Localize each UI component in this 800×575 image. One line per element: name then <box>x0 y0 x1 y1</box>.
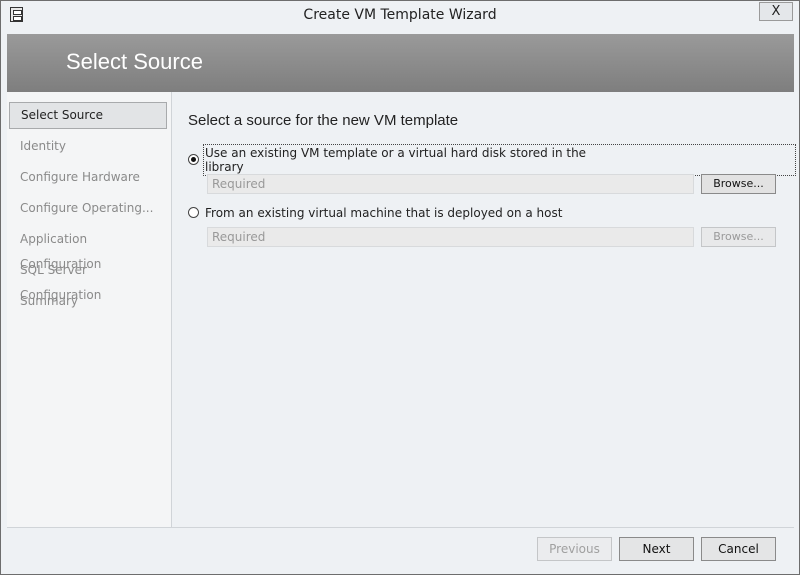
close-icon: X <box>771 4 781 19</box>
page-banner: Select Source <box>7 34 794 92</box>
nav-item-summary[interactable]: Summary <box>9 289 167 316</box>
host-vm-browse-button: Browse... <box>701 227 776 247</box>
nav-item-application-configuration[interactable]: Application Configuration <box>9 227 167 271</box>
nav-item-sql-server-configuration[interactable]: SQL Server Configuration <box>9 258 167 302</box>
main-content: Select a source for the new VM template … <box>172 92 796 527</box>
option-library-source[interactable]: Use an existing VM template or a virtual… <box>188 143 796 176</box>
cancel-button[interactable]: Cancel <box>701 537 776 561</box>
library-source-label[interactable]: Use an existing VM template or a virtual… <box>203 143 796 176</box>
nav-item-configure-hardware[interactable]: Configure Hardware <box>9 165 167 192</box>
library-source-radio[interactable] <box>188 154 199 165</box>
previous-button: Previous <box>537 537 612 561</box>
title-bar: Create VM Template Wizard X <box>1 1 799 31</box>
page-title: Select Source <box>66 49 203 74</box>
host-vm-source-radio[interactable] <box>188 207 199 218</box>
library-browse-button[interactable]: Browse... <box>701 174 776 194</box>
wizard-window: Create VM Template Wizard X Select Sourc… <box>0 0 800 575</box>
library-source-field[interactable]: Required <box>207 174 694 194</box>
close-button[interactable]: X <box>759 2 793 21</box>
host-vm-source-field: Required <box>207 227 694 247</box>
section-heading: Select a source for the new VM template <box>188 112 459 129</box>
next-button[interactable]: Next <box>619 537 694 561</box>
nav-item-select-source[interactable]: Select Source <box>9 102 167 129</box>
wizard-step-nav: Select Source Identity Configure Hardwar… <box>7 92 172 527</box>
window-title: Create VM Template Wizard <box>303 7 497 23</box>
nav-item-identity[interactable]: Identity <box>9 134 167 161</box>
wizard-footer: Previous Next Cancel <box>7 527 794 571</box>
nav-item-configure-operating[interactable]: Configure Operating... <box>9 196 167 223</box>
option-host-vm-source[interactable]: From an existing virtual machine that is… <box>188 205 562 220</box>
host-vm-source-label[interactable]: From an existing virtual machine that is… <box>205 206 562 220</box>
